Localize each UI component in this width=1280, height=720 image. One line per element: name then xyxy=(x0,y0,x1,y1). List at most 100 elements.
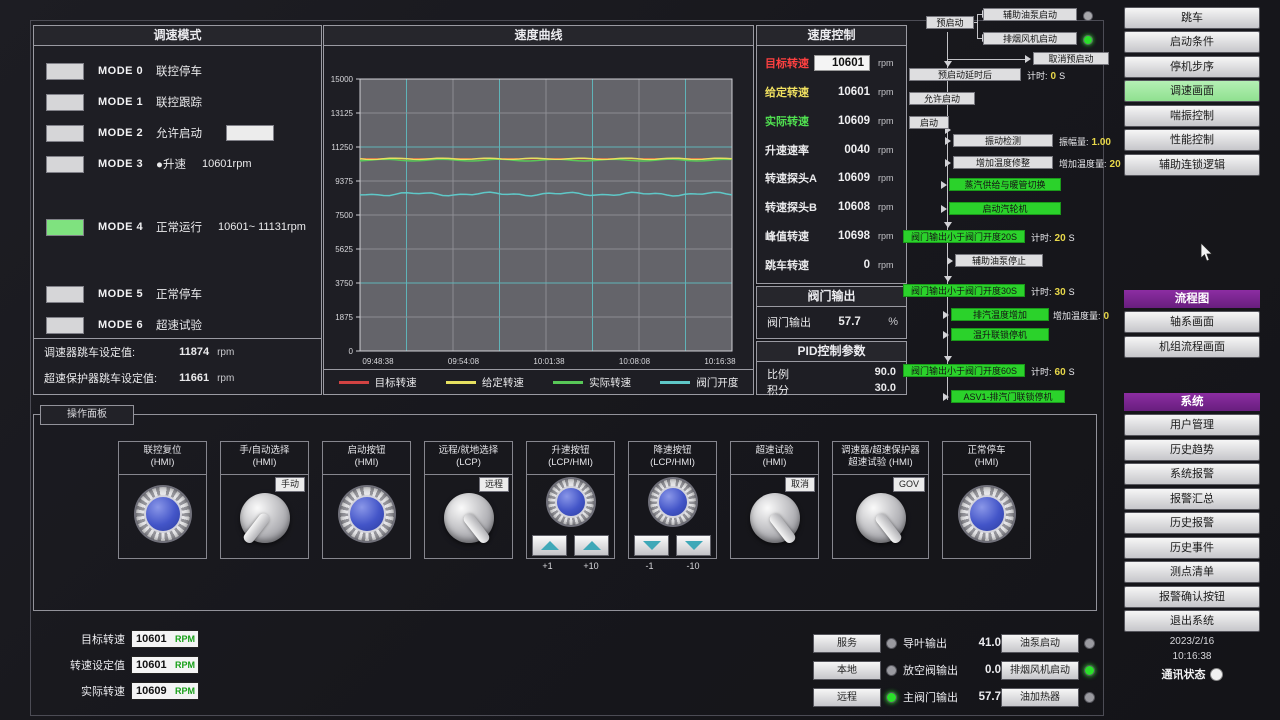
status-left-valuebox: 10609RPM xyxy=(131,682,199,700)
flow-arrow-right xyxy=(1025,55,1031,63)
sidebar-btn-调速画面[interactable]: 调速画面 xyxy=(1124,80,1260,102)
flow-node-counter: 增加温度量:0 xyxy=(1053,309,1112,322)
operation-cells: 联控复位(HMI)手/自动选择(HMI)手动启动按钮(HMI)远程/就地选择(L… xyxy=(118,441,1031,559)
mode-indicator-0[interactable] xyxy=(46,63,84,80)
op-indicator-GOV: GOV xyxy=(893,477,925,492)
flow-node-counter: 增加温度量:20 xyxy=(1059,157,1124,170)
chart-legend: 目标转速给定转速实际转速阀门开度 xyxy=(324,369,753,394)
speed-row-value: 0 xyxy=(822,259,870,271)
push-button[interactable] xyxy=(340,487,394,541)
sidebar-btn-历史报警[interactable]: 历史报警 xyxy=(1124,512,1260,534)
sidebar-btn-退出系统[interactable]: 退出系统 xyxy=(1124,610,1260,632)
legend-item-1: 给定转速 xyxy=(446,375,524,390)
sidebar-nav-group: 跳车启动条件停机步序调速画面喘振控制性能控制辅助连锁逻辑 xyxy=(1122,4,1262,178)
mode-indicator-4[interactable] xyxy=(46,219,84,236)
speed-mode-panel: 调速模式 MODE 0联控停车MODE 1联控跟踪MODE 2允许启动MODE … xyxy=(33,25,322,395)
sidebar-btn-报警汇总[interactable]: 报警汇总 xyxy=(1124,488,1260,510)
arrow-button-+10[interactable] xyxy=(574,535,609,556)
valve-output-row: 阀门输出 57.7 % xyxy=(767,314,898,330)
mode-label: 允许启动 xyxy=(156,125,202,141)
speed-row-unit: rpm xyxy=(878,58,898,68)
selector-knob[interactable] xyxy=(444,493,494,543)
flow-arrow-right xyxy=(945,137,951,145)
status-btn-油泵启动[interactable]: 油泵启动 xyxy=(1001,634,1079,653)
sidebar-btn-历史事件[interactable]: 历史事件 xyxy=(1124,537,1260,559)
mode-name: MODE 5 xyxy=(98,288,156,300)
selector-knob[interactable] xyxy=(750,493,800,543)
push-button-face xyxy=(348,495,386,533)
arrow-button--10[interactable] xyxy=(676,535,711,556)
arrow-button-+1[interactable] xyxy=(532,535,567,556)
status-btn-油加热器[interactable]: 油加热器 xyxy=(1001,688,1079,707)
sidebar-btn-用户管理[interactable]: 用户管理 xyxy=(1124,414,1260,436)
mode-indicator-1[interactable] xyxy=(46,94,84,111)
sidebar-btn-报警确认按钮[interactable]: 报警确认按钮 xyxy=(1124,586,1260,608)
mode-indicator-3[interactable] xyxy=(46,156,84,173)
status-btn-服务[interactable]: 服务 xyxy=(813,634,881,653)
speed-row-value: 10698 xyxy=(822,230,870,242)
speed-row-value[interactable]: 10601 xyxy=(814,55,870,71)
sidebar-btn-辅助连锁逻辑[interactable]: 辅助连锁逻辑 xyxy=(1124,154,1260,176)
status-btn-排烟风机启动[interactable]: 排烟风机启动 xyxy=(1001,661,1079,680)
flow-node-4: 预启动延时后 xyxy=(909,68,1021,81)
svg-text:0: 0 xyxy=(349,347,354,356)
op-cell-body xyxy=(323,475,410,558)
speed-row-value: 10609 xyxy=(822,115,870,127)
status-left-row-1: 转速设定值10601RPM xyxy=(63,656,199,674)
mode-value-box xyxy=(226,125,274,141)
svg-text:9375: 9375 xyxy=(335,177,353,186)
status-btn-远程[interactable]: 远程 xyxy=(813,688,881,707)
sidebar-btn-启动条件[interactable]: 启动条件 xyxy=(1124,31,1260,53)
op-cell-title: 启动按钮(HMI) xyxy=(323,442,410,475)
pid-integral-label: 积分 xyxy=(767,382,789,398)
sidebar-btn-轴系画面[interactable]: 轴系画面 xyxy=(1124,311,1260,333)
arrow-button--1[interactable] xyxy=(634,535,669,556)
sidebar-btn-性能控制[interactable]: 性能控制 xyxy=(1124,129,1260,151)
flow-arrow-right xyxy=(941,205,947,213)
status-left-valuebox: 10601RPM xyxy=(131,656,199,674)
valve-output-title: 阀门输出 xyxy=(757,287,906,307)
legend-label: 阀门开度 xyxy=(696,375,738,390)
speed-row-0: 目标转速10601rpm xyxy=(765,52,898,74)
speed-row-5: 转速探头B10608rpm xyxy=(765,196,898,218)
sidebar-btn-跳车[interactable]: 跳车 xyxy=(1124,7,1260,29)
push-button[interactable] xyxy=(650,479,696,525)
status-left-label: 目标转速 xyxy=(63,631,125,647)
flow-status-dot xyxy=(1083,11,1093,21)
mode-indicator-5[interactable] xyxy=(46,286,84,303)
mode-indicator-6[interactable] xyxy=(46,317,84,334)
arrow-button-labels: -1-10 xyxy=(629,561,716,571)
op-cell-body xyxy=(527,475,614,558)
mode-indicator-2[interactable] xyxy=(46,125,84,142)
status-btn-本地[interactable]: 本地 xyxy=(813,661,881,680)
selector-knob[interactable] xyxy=(856,493,906,543)
mode-label: 正常停车 xyxy=(156,286,202,302)
speed-row-6: 峰值转速10698rpm xyxy=(765,225,898,247)
speed-row-2: 实际转速10609rpm xyxy=(765,110,898,132)
speed-row-value: 10601 xyxy=(822,86,870,98)
selector-knob[interactable] xyxy=(240,493,290,543)
svg-text:5625: 5625 xyxy=(335,245,353,254)
svg-text:10:01:38: 10:01:38 xyxy=(533,357,565,366)
push-button[interactable] xyxy=(960,487,1014,541)
legend-item-2: 实际转速 xyxy=(553,375,631,390)
sidebar-btn-停机步序[interactable]: 停机步序 xyxy=(1124,56,1260,78)
push-button[interactable] xyxy=(136,487,190,541)
flow-arrow-right xyxy=(943,331,949,339)
legend-swatch xyxy=(339,381,369,384)
speed-row-unit: rpm xyxy=(878,145,898,155)
sidebar-btn-测点清单[interactable]: 测点清单 xyxy=(1124,561,1260,583)
sidebar-btn-系统报警[interactable]: 系统报警 xyxy=(1124,463,1260,485)
mode-row-4: MODE 4正常运行10601~ 11131rpm xyxy=(46,219,306,235)
sidebar-btn-历史趋势[interactable]: 历史趋势 xyxy=(1124,439,1260,461)
sidebar-btn-喘振控制[interactable]: 喘振控制 xyxy=(1124,105,1260,127)
arrow-button-row xyxy=(527,535,614,556)
push-button[interactable] xyxy=(548,479,594,525)
mode-row-2: MODE 2允许启动 xyxy=(46,125,274,141)
svg-text:13125: 13125 xyxy=(331,109,354,118)
sidebar-btn-机组流程画面[interactable]: 机组流程画面 xyxy=(1124,336,1260,358)
hmi-screen: 调速模式 MODE 0联控停车MODE 1联控跟踪MODE 2允许启动MODE … xyxy=(0,0,1280,720)
arrow-button-labels: +1+10 xyxy=(527,561,614,571)
op-cell-超速试验: 超速试验(HMI)取消 xyxy=(730,441,819,559)
speed-row-7: 跳车转速0rpm xyxy=(765,254,898,276)
